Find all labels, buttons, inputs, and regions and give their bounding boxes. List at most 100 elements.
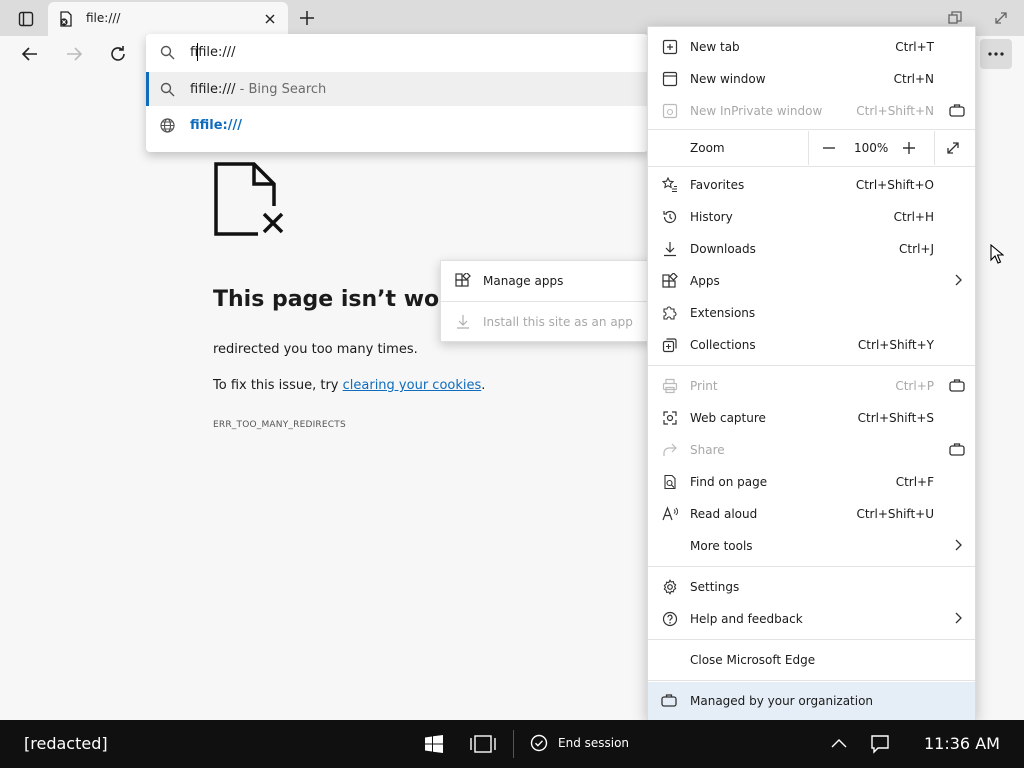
taskbar: [redacted] End session 11:36 AM xyxy=(0,720,1024,768)
menu-item-help-and-feedback[interactable]: Help and feedback xyxy=(648,603,975,635)
full-screen-button[interactable] xyxy=(942,137,964,159)
menu-item-label: More tools xyxy=(690,539,753,553)
error-heading: This page isn’t work xyxy=(213,287,465,312)
zoom-row: Zoom 100% xyxy=(648,131,975,165)
menu-item-more-tools[interactable]: More tools xyxy=(648,530,975,562)
end-session-label: End session xyxy=(558,736,630,750)
menu-item-shortcut: Ctrl+Shift+O xyxy=(855,178,934,192)
download-icon xyxy=(455,314,471,330)
install-site-label: Install this site as an app xyxy=(483,315,633,329)
forward-button[interactable] xyxy=(60,40,88,68)
install-site-as-app-item[interactable]: Install this site as an app xyxy=(441,303,651,341)
menu-item-close-edge[interactable]: Close Microsoft Edge xyxy=(648,644,975,676)
menu-item-label: Collections xyxy=(690,338,756,352)
menu-item-read-aloud[interactable]: Read aloud Ctrl+Shift+U xyxy=(648,498,975,530)
refresh-button[interactable] xyxy=(104,40,132,68)
expand-icon xyxy=(995,12,1007,24)
menu-item-downloads[interactable]: Downloads Ctrl+J xyxy=(648,233,975,265)
address-bar[interactable]: fifile:/// xyxy=(146,34,648,70)
clear-cookies-link[interactable]: clearing your cookies xyxy=(343,378,482,393)
task-view-button[interactable] xyxy=(470,734,496,754)
menu-item-label: New InPrivate window xyxy=(690,104,823,118)
menu-item-print[interactable]: Print Ctrl+P xyxy=(648,370,975,402)
web-capture-icon xyxy=(661,409,679,427)
inprivate-icon xyxy=(661,102,679,120)
tab-active[interactable]: file:/// xyxy=(48,2,288,36)
briefcase-icon xyxy=(949,378,965,392)
share-icon xyxy=(661,441,679,459)
end-session-button[interactable]: End session xyxy=(530,734,629,752)
menu-item-label: Extensions xyxy=(690,306,756,320)
expand-icon xyxy=(947,142,959,154)
plus-icon xyxy=(300,11,314,25)
menu-item-collections[interactable]: Collections Ctrl+Shift+Y xyxy=(648,329,975,361)
chevron-up-icon xyxy=(831,739,847,748)
zoom-in-button[interactable] xyxy=(898,137,920,159)
manage-apps-label: Manage apps xyxy=(483,274,564,288)
tab-actions-icon xyxy=(18,11,34,27)
menu-item-new-window[interactable]: New window Ctrl+N xyxy=(648,63,975,95)
menu-item-new-tab[interactable]: New tab Ctrl+T xyxy=(648,31,975,63)
window-expand-button[interactable] xyxy=(990,8,1012,28)
divider xyxy=(648,566,975,567)
tab-actions-button[interactable] xyxy=(12,7,40,31)
menu-item-shortcut: Ctrl+Shift+S xyxy=(857,411,934,425)
menu-item-find-on-page[interactable]: Find on page Ctrl+F xyxy=(648,466,975,498)
zoom-out-button[interactable] xyxy=(818,137,840,159)
menu-item-history[interactable]: History Ctrl+H xyxy=(648,201,975,233)
help-icon xyxy=(661,610,679,628)
new-tab-icon xyxy=(661,38,679,56)
ellipsis-icon xyxy=(988,52,1004,56)
menu-item-label: Print xyxy=(690,379,718,393)
suggestion-bing-search[interactable]: fifile:/// - Bing Search xyxy=(146,72,648,106)
minus-icon xyxy=(823,147,835,149)
star-list-icon xyxy=(661,176,679,194)
menu-item-settings[interactable]: Settings xyxy=(648,571,975,603)
menu-item-extensions[interactable]: Extensions xyxy=(648,297,975,329)
menu-item-label: Settings xyxy=(690,580,740,594)
briefcase-icon xyxy=(949,442,965,456)
menu-item-share[interactable]: Share xyxy=(648,434,975,466)
tab-title: file:/// xyxy=(86,11,121,25)
clock[interactable]: 11:36 AM xyxy=(924,734,1000,753)
close-tab-icon[interactable] xyxy=(262,11,278,27)
briefcase-icon xyxy=(661,693,677,707)
error-description: redirected you too many times. xyxy=(213,342,418,357)
back-button[interactable] xyxy=(16,40,44,68)
window-restore-button[interactable] xyxy=(944,8,966,28)
windows-start-button[interactable] xyxy=(424,734,444,754)
manage-apps-item[interactable]: Manage apps xyxy=(441,262,651,300)
managed-by-organization[interactable]: Managed by your organization xyxy=(648,682,975,720)
menu-item-shortcut: Ctrl+N xyxy=(893,72,934,86)
error-fix-prefix: To fix this issue, try xyxy=(213,378,343,393)
search-icon xyxy=(160,45,175,60)
menu-item-web-capture[interactable]: Web capture Ctrl+Shift+S xyxy=(648,402,975,434)
menu-item-label: Find on page xyxy=(690,475,768,489)
apps-submenu: Manage apps Install this site as an app xyxy=(440,260,652,342)
divider xyxy=(513,730,514,758)
menu-item-label: Web capture xyxy=(690,411,766,425)
suggestion-url-text: fifile:/// xyxy=(190,118,242,133)
settings-and-more-button[interactable] xyxy=(980,39,1012,69)
menu-item-new-inprivate-window[interactable]: New InPrivate window Ctrl+Shift+N xyxy=(648,95,975,127)
menu-item-favorites[interactable]: Favorites Ctrl+Shift+O xyxy=(648,169,975,201)
suggestion-url[interactable]: fifile:/// xyxy=(146,108,648,142)
menu-item-shortcut: Ctrl+Shift+U xyxy=(856,507,934,521)
menu-item-shortcut: Ctrl+T xyxy=(895,40,934,54)
apps-grid-icon xyxy=(661,272,679,290)
menu-item-label: History xyxy=(690,210,733,224)
notifications-button[interactable] xyxy=(870,734,890,754)
briefcase-icon xyxy=(949,103,965,117)
chevron-right-icon xyxy=(951,273,965,287)
divider xyxy=(648,129,975,130)
task-view-icon xyxy=(470,735,496,753)
menu-item-apps[interactable]: Apps xyxy=(648,265,975,297)
menu-item-label: Apps xyxy=(690,274,720,288)
suggestion-suffix: - Bing Search xyxy=(235,82,327,97)
message-icon xyxy=(871,735,889,754)
suggestion-query: fifile:/// xyxy=(190,82,236,97)
new-tab-button[interactable] xyxy=(294,6,320,30)
globe-icon xyxy=(160,118,175,133)
show-hidden-icons-button[interactable] xyxy=(830,735,848,753)
read-aloud-icon xyxy=(661,505,679,523)
